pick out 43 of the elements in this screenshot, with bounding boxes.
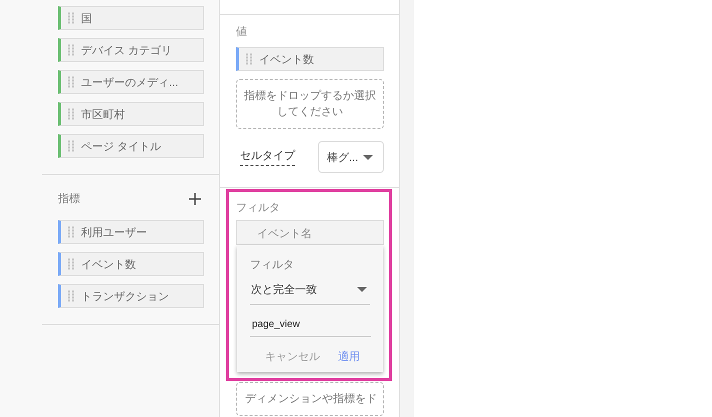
chip-label: 国 (81, 12, 92, 26)
chip-label: デバイス カテゴリ (81, 44, 172, 58)
drag-handle-icon[interactable] (68, 108, 74, 120)
drag-handle-icon[interactable] (68, 290, 74, 302)
drag-handle-icon[interactable] (68, 12, 74, 24)
chip-label: ページ タイトル (81, 140, 162, 154)
dimension-chip[interactable]: 市区町村 (58, 102, 204, 126)
dimension-chip[interactable]: 国 (58, 6, 204, 30)
drag-handle-icon[interactable] (68, 258, 74, 270)
dimension-chip[interactable]: ユーザーのメディ... (58, 70, 204, 94)
chip-label: トランザクション (81, 290, 169, 304)
metric-chip[interactable]: イベント数 (58, 252, 204, 276)
drag-handle-icon[interactable] (68, 44, 74, 56)
apply-button[interactable]: 適用 (332, 345, 366, 368)
caret-icon (357, 287, 367, 292)
chip-label: ユーザーのメディ... (81, 76, 178, 90)
metric-chip[interactable]: 利用ユーザー (58, 220, 204, 244)
drag-handle-icon[interactable] (68, 76, 74, 88)
cell-type-dropdown[interactable]: 棒グ... (318, 141, 384, 173)
dimension-chip[interactable]: デバイス カテゴリ (58, 38, 204, 62)
chip-label: 市区町村 (81, 108, 125, 122)
metric-chip[interactable]: イベント数 (236, 47, 384, 71)
add-icon[interactable] (189, 192, 201, 204)
section-label: フィルタ (236, 201, 281, 215)
operator-dropdown[interactable]: 次と完全一致 (250, 278, 370, 305)
chip-label: イベント数 (259, 52, 314, 66)
caret-icon (363, 154, 373, 160)
cancel-button[interactable]: キャンセル (259, 345, 326, 368)
filter-field[interactable]: イベント名 (236, 220, 384, 245)
chip-label: 利用ユーザー (81, 226, 147, 240)
drag-handle-icon[interactable] (68, 226, 74, 238)
chip-label: イベント数 (81, 258, 136, 272)
value-input[interactable]: page_view (250, 313, 371, 337)
section-title: 指標 (58, 192, 80, 206)
drag-handle-icon[interactable] (246, 53, 252, 65)
cell-type-label: セルタイプ (240, 148, 295, 166)
section-label: 値 (236, 25, 248, 39)
drop-zone[interactable]: 指標をドロップするか選択してください (236, 79, 384, 129)
metric-chip[interactable]: トランザクション (58, 284, 204, 308)
dimension-chip[interactable]: ページ タイトル (58, 134, 204, 158)
popup-title: フィルタ (250, 258, 295, 272)
drag-handle-icon[interactable] (68, 140, 74, 152)
drop-zone[interactable]: ディメンションや指標をド (236, 382, 384, 416)
